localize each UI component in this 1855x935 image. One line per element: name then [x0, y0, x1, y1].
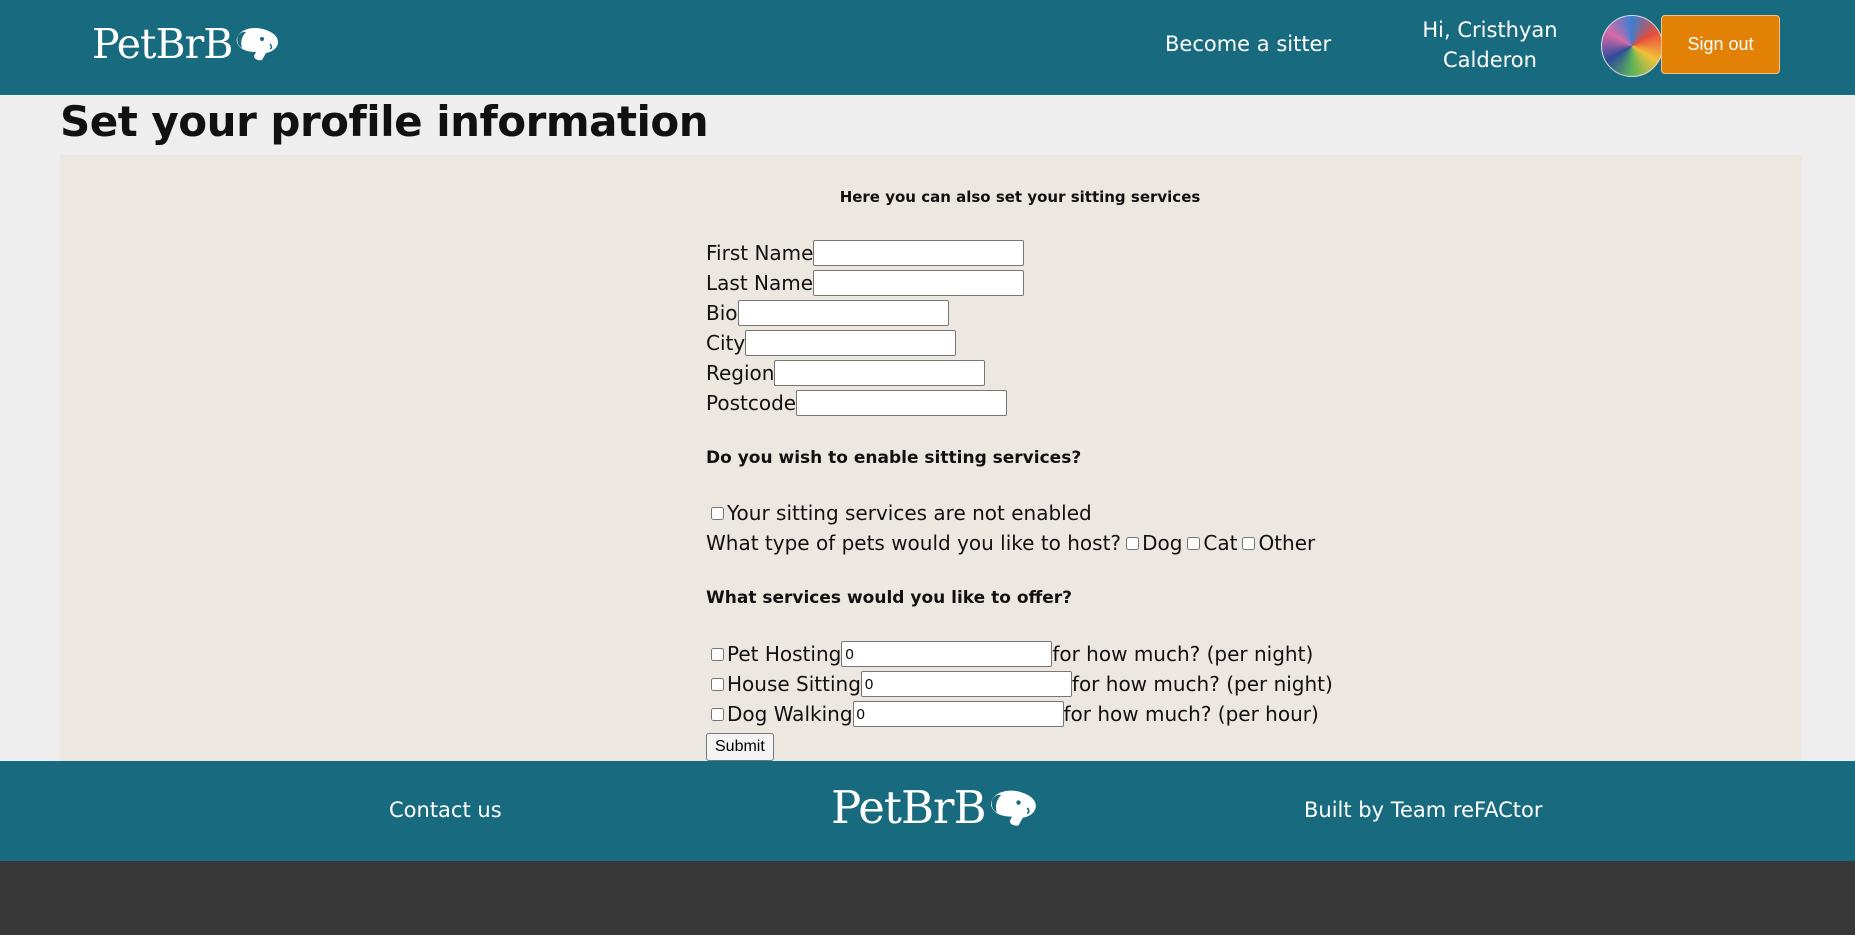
footer: Contact us PetBrB Built by Team reFACtor: [0, 761, 1855, 861]
enable-services-row: Your sitting services are not enabled: [706, 498, 1092, 528]
footer-logo-text: PetBrB: [831, 781, 987, 834]
header-logo-text: PetBrB: [92, 20, 233, 68]
contact-us-link[interactable]: Contact us: [389, 798, 502, 822]
service-house-suffix: for how much? (per night): [1071, 672, 1333, 696]
service-house-checkbox[interactable]: [711, 677, 724, 691]
pet-cat-label: Cat: [1203, 531, 1238, 555]
service-walking-row: Dog Walking for how much? (per hour): [706, 699, 1319, 729]
service-hosting-row: Pet Hosting for how much? (per night): [706, 639, 1313, 669]
sign-out-button[interactable]: Sign out: [1661, 15, 1780, 74]
service-house-label: House Sitting: [727, 672, 861, 696]
region-label: Region: [706, 361, 775, 385]
pet-other-label: Other: [1258, 531, 1316, 555]
last-name-label: Last Name: [706, 271, 814, 295]
dog-head-icon: [236, 28, 279, 61]
first-name-label: First Name: [706, 241, 814, 265]
footer-logo: PetBrB: [831, 781, 1038, 834]
postcode-input[interactable]: [796, 390, 1008, 416]
region-row: Region: [706, 358, 986, 388]
enable-services-heading: Do you wish to enable sitting services?: [706, 448, 1082, 468]
service-house-price-input[interactable]: [860, 671, 1072, 697]
service-hosting-suffix: for how much? (per night): [1052, 642, 1314, 666]
bio-row: Bio: [706, 298, 949, 328]
service-hosting-price-input[interactable]: [841, 641, 1053, 667]
dog-head-icon: [990, 790, 1036, 826]
submit-button[interactable]: Submit: [706, 733, 774, 761]
postcode-row: Postcode: [706, 388, 1008, 418]
pet-types-row: What type of pets would you like to host…: [706, 528, 1315, 558]
service-house-row: House Sitting for how much? (per night): [706, 669, 1333, 699]
form-subtitle: Here you can also set your sitting servi…: [839, 188, 1201, 206]
first-name-row: First Name: [706, 238, 1025, 268]
service-hosting-checkbox[interactable]: [711, 647, 724, 661]
greeting-line-1: Hi, Cristhyan: [1422, 18, 1558, 42]
service-walking-price-input[interactable]: [852, 701, 1064, 727]
pet-dog-label: Dog: [1142, 531, 1183, 555]
first-name-input[interactable]: [813, 240, 1025, 266]
postcode-label: Postcode: [706, 391, 797, 415]
city-input[interactable]: [745, 330, 957, 356]
pet-types-question: What type of pets would you like to host…: [706, 531, 1122, 555]
header-logo[interactable]: PetBrB: [92, 20, 280, 68]
page-title: Set your profile information: [60, 97, 709, 146]
services-heading: What services would you like to offer?: [706, 588, 1073, 608]
enable-services-label: Your sitting services are not enabled: [727, 501, 1092, 525]
last-name-input[interactable]: [813, 270, 1025, 296]
enable-services-checkbox[interactable]: [711, 506, 724, 520]
built-by-text: Built by Team reFACtor: [1304, 798, 1543, 822]
pet-other-checkbox[interactable]: [1242, 536, 1256, 550]
pet-cat-checkbox[interactable]: [1187, 536, 1201, 550]
user-greeting: Hi, Cristhyan Calderon: [1410, 15, 1570, 75]
service-walking-label: Dog Walking: [727, 702, 853, 726]
bio-label: Bio: [706, 301, 738, 325]
avatar[interactable]: [1601, 15, 1663, 77]
city-label: City: [706, 331, 746, 355]
top-navbar: PetBrB Become a sitter Hi, Cristhyan Cal…: [0, 0, 1855, 95]
service-walking-suffix: for how much? (per hour): [1063, 702, 1319, 726]
bio-input[interactable]: [737, 300, 949, 326]
profile-form-card: Here you can also set your sitting servi…: [60, 155, 1802, 761]
become-sitter-link[interactable]: Become a sitter: [1165, 32, 1331, 56]
city-row: City: [706, 328, 957, 358]
service-walking-checkbox[interactable]: [711, 707, 724, 721]
region-input[interactable]: [774, 360, 986, 386]
last-name-row: Last Name: [706, 268, 1025, 298]
pet-dog-checkbox[interactable]: [1126, 536, 1140, 550]
greeting-line-2: Calderon: [1443, 48, 1537, 72]
service-hosting-label: Pet Hosting: [727, 642, 842, 666]
